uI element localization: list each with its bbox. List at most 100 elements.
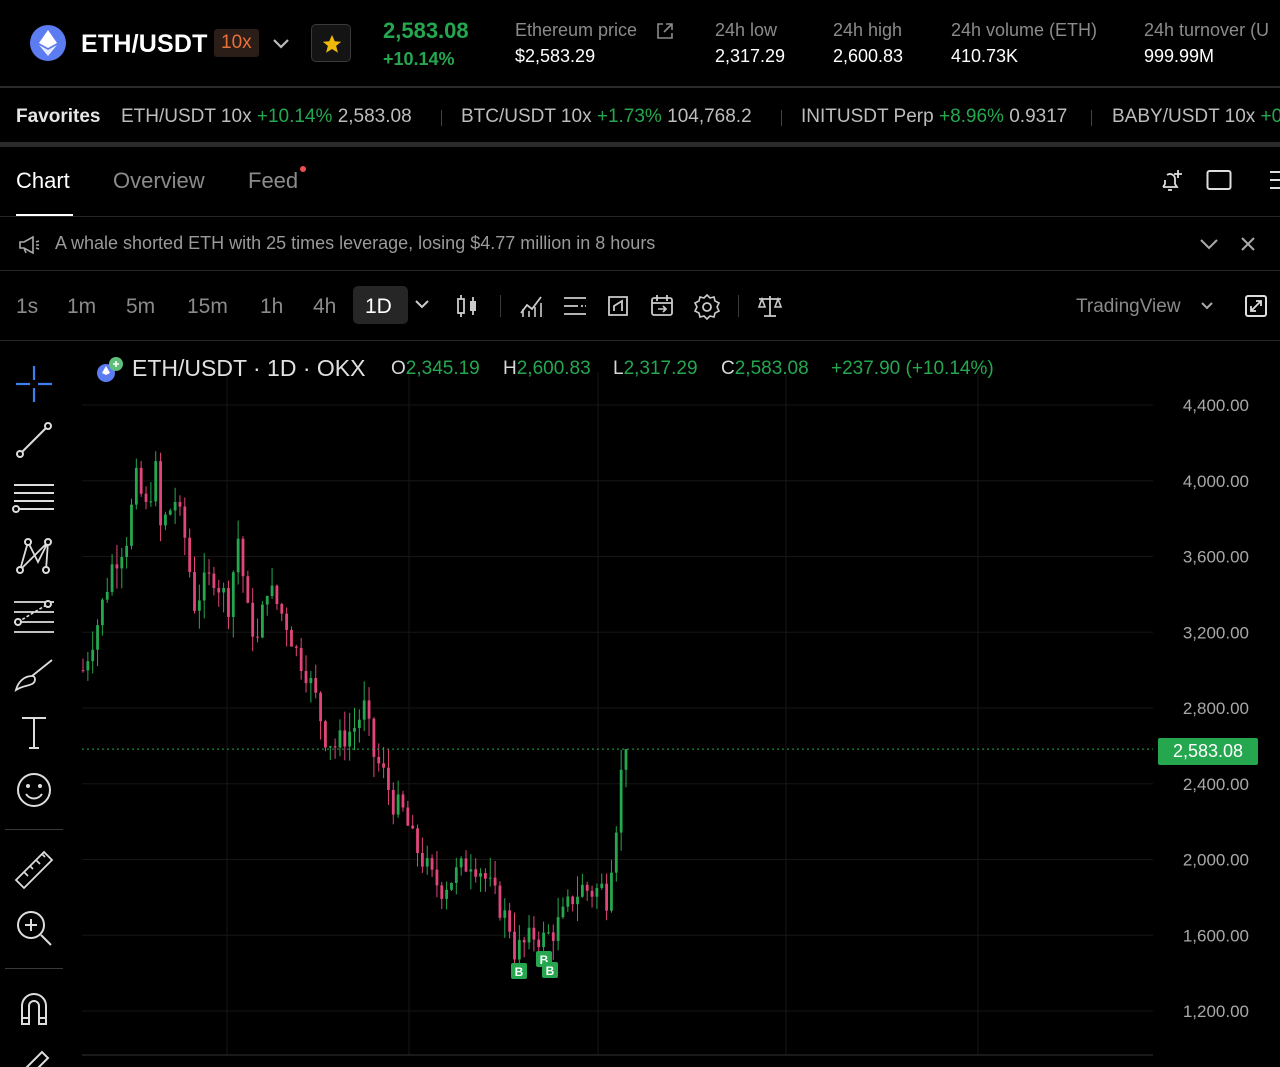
timeframe-1h[interactable]: 1h (260, 295, 283, 319)
candle-body (110, 564, 114, 592)
candle-body (522, 939, 526, 943)
legend-symbol: ETH/USDT (132, 355, 247, 381)
bell-plus-icon[interactable] (1157, 167, 1185, 195)
candle-body (440, 885, 444, 899)
chevron-down-icon[interactable] (270, 33, 292, 55)
text-icon[interactable] (12, 710, 56, 754)
stat-label-eth-price[interactable]: Ethereum price (515, 20, 637, 41)
zoom-in-icon[interactable] (12, 906, 56, 950)
candle-body (294, 646, 298, 648)
timeframe-1s[interactable]: 1s (16, 295, 38, 319)
timeframe-1m[interactable]: 1m (67, 295, 96, 319)
brush-icon[interactable] (12, 652, 56, 696)
candle-body (566, 896, 570, 907)
favorite-star-button[interactable] (311, 24, 351, 62)
stat-label-24h-volume: 24h volume (ETH) (951, 20, 1098, 40)
candle-body (338, 730, 342, 748)
forecast-icon[interactable] (12, 594, 56, 638)
axis-tick-label: 4,400.00 (1183, 396, 1249, 415)
horizontal-lines-icon[interactable] (12, 476, 56, 520)
favorite-change: +8.96% (938, 106, 1004, 127)
pair-title[interactable]: ETH/USDT (81, 30, 208, 59)
pencil-icon[interactable] (12, 1044, 56, 1067)
divider (441, 110, 442, 126)
emoji-icon[interactable] (12, 768, 56, 812)
candle-body (343, 730, 347, 747)
candle-body (503, 910, 507, 918)
candle-body (348, 731, 352, 747)
candle-body (590, 890, 594, 897)
favorite-symbol: BTC/USDT 10x (461, 106, 592, 127)
favorite-price: 104,768.2 (667, 106, 752, 127)
tab-chart[interactable]: Chart (16, 168, 70, 194)
candle-body (580, 884, 584, 897)
chevron-down-icon[interactable] (414, 299, 430, 311)
candle-body (231, 572, 235, 617)
stat-label-24h-low: 24h low (715, 20, 778, 40)
announcement-bar[interactable]: A whale shorted ETH with 25 times levera… (0, 217, 1280, 271)
current-price-tag: 2,583.08 (1158, 738, 1258, 765)
scale-icon[interactable] (756, 293, 784, 319)
stat-value-24h-volume: 410.73K (951, 46, 1019, 66)
candle-body (372, 718, 376, 757)
timeframe-4h[interactable]: 4h (313, 295, 336, 319)
menu-icon[interactable] (1268, 168, 1280, 192)
candle-body (260, 604, 264, 638)
candle-body (256, 636, 259, 638)
tab-feed[interactable]: Feed (248, 168, 298, 194)
candle-body (202, 572, 206, 601)
candle-body (96, 625, 99, 650)
candle-body (459, 858, 463, 868)
divider (5, 968, 63, 969)
legend-close: C2,583.08 (721, 358, 809, 379)
gear-icon[interactable] (693, 293, 721, 321)
favorite-item[interactable]: ETH/USDT 10x +10.14% 2,583.08 (121, 106, 412, 128)
candle-body (275, 585, 279, 605)
magnet-icon[interactable] (12, 986, 56, 1030)
chart-provider-select[interactable]: TradingView (1076, 296, 1181, 318)
favorite-item[interactable]: BABY/USDT 10x +0 (1112, 106, 1280, 128)
square-icon[interactable] (1206, 169, 1232, 191)
candles-icon[interactable] (455, 293, 479, 319)
ruler-icon[interactable] (12, 848, 56, 892)
candle-body (387, 767, 390, 790)
timeframe-1d[interactable]: 1D (365, 295, 392, 319)
indicators-icon[interactable] (519, 293, 545, 319)
external-link-icon[interactable] (655, 21, 675, 41)
legend-change: +237.90 (+10.14%) (831, 358, 994, 379)
favorite-change: +10.14% (256, 106, 333, 127)
pattern-icon[interactable] (12, 534, 56, 578)
header: ETH/USDT 10x 2,583.08 +10.14% Ethereum p… (0, 0, 1280, 86)
favorite-item[interactable]: INITUSDT Perp +8.96% 0.9317 (801, 106, 1067, 128)
divider (1091, 110, 1092, 126)
trend-line-icon[interactable] (12, 418, 56, 462)
close-icon[interactable] (1240, 236, 1256, 252)
candle-body (357, 719, 361, 729)
candle-body (164, 514, 167, 526)
timeframe-5m[interactable]: 5m (126, 295, 155, 319)
candle-body (241, 538, 245, 577)
calendar-icon[interactable] (649, 293, 675, 319)
candle-body (551, 932, 555, 941)
replay-icon[interactable] (605, 293, 631, 319)
chevron-down-icon[interactable] (1199, 237, 1219, 251)
candle-body (265, 595, 269, 605)
candle-body (571, 896, 575, 905)
candlestick-chart[interactable]: 4,400.00 4,000.00 3,600.00 3,200.00 2,800.00… (68, 342, 1280, 1067)
announcement-text[interactable]: A whale shorted ETH with 25 times levera… (55, 233, 655, 254)
list-icon[interactable] (562, 293, 588, 319)
candle-body (246, 576, 250, 603)
chevron-down-icon[interactable] (1200, 301, 1214, 311)
ethereum-icon (97, 357, 123, 382)
price-chart[interactable]: 4,400.00 4,000.00 3,600.00 3,200.00 2,800.00… (68, 342, 1280, 1067)
tab-overview[interactable]: Overview (113, 168, 205, 194)
crosshair-icon[interactable] (12, 362, 56, 406)
fullscreen-icon[interactable] (1244, 294, 1268, 318)
favorite-item[interactable]: BTC/USDT 10x +1.73% 104,768.2 (461, 106, 752, 128)
candle-body (498, 885, 502, 918)
megaphone-icon (19, 235, 40, 255)
candle-body (450, 882, 453, 890)
candle-body (377, 756, 381, 764)
timeframe-15m[interactable]: 15m (187, 295, 228, 319)
candle-body (154, 461, 158, 502)
